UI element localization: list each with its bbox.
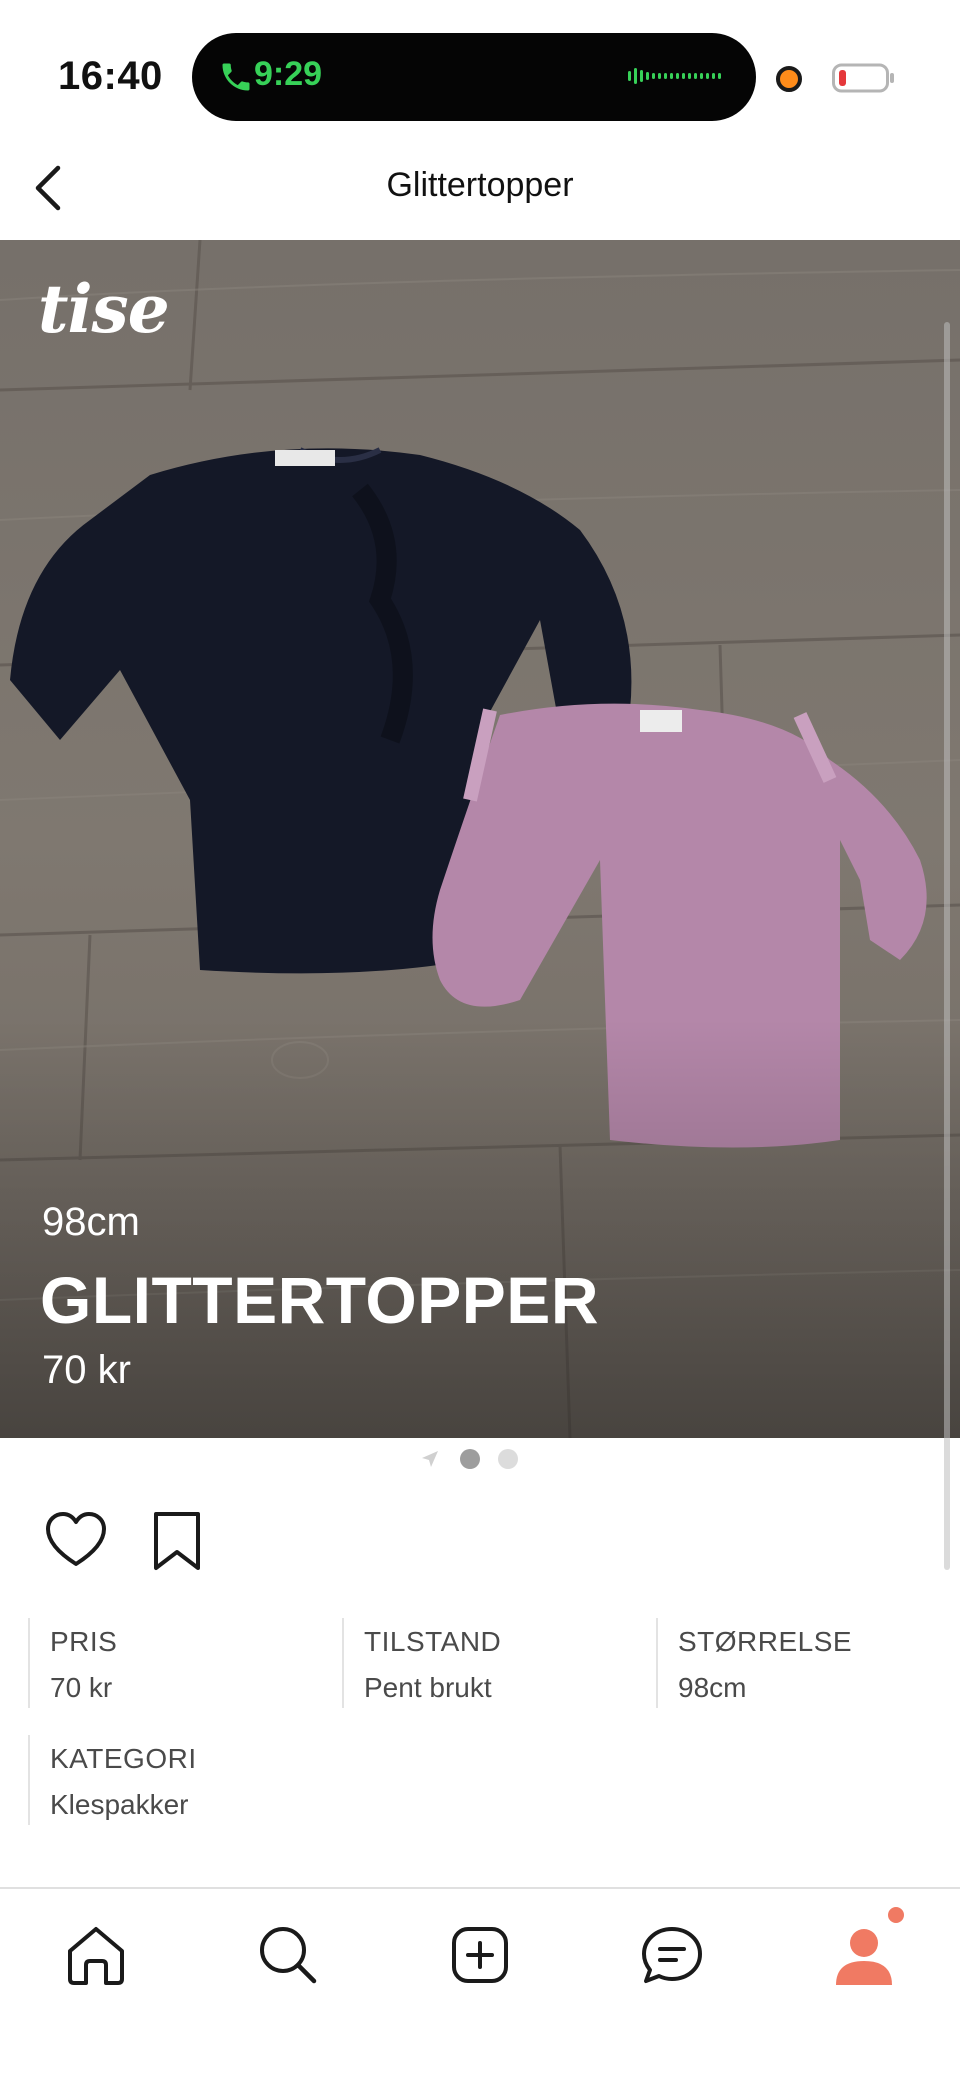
call-duration: 9:29 <box>254 55 323 93</box>
attribute-value: Klespakker <box>50 1789 189 1820</box>
overlay-title: GLITTERTOPPER <box>40 1263 599 1337</box>
recording-indicator-icon <box>776 66 802 92</box>
tab-home[interactable] <box>60 1919 132 1991</box>
bookmark-icon[interactable] <box>150 1510 204 1572</box>
carousel-pager <box>0 1447 960 1469</box>
product-page: 16:40 9:29 Glittertopper tise 98cm GLITT… <box>0 0 960 2087</box>
home-icon <box>68 1927 124 1985</box>
overlay-price: 70 kr <box>42 1348 131 1392</box>
attribute-label: TILSTAND <box>364 1626 502 1657</box>
attribute-condition: TILSTAND Pent brukt <box>342 1618 632 1708</box>
nav-header: Glittertopper <box>0 140 960 240</box>
tab-add-listing[interactable] <box>444 1919 516 1991</box>
attribute-value: Pent brukt <box>364 1672 492 1703</box>
active-call-pill[interactable]: 9:29 <box>192 33 756 121</box>
attribute-label: STØRRELSE <box>678 1626 853 1657</box>
carousel-dot-active[interactable] <box>460 1449 480 1469</box>
phone-icon <box>222 63 250 91</box>
attribute-size: STØRRELSE 98cm <box>656 1618 946 1708</box>
profile-icon <box>836 1929 892 1985</box>
battery-icon <box>832 63 894 93</box>
product-image-carousel[interactable]: tise 98cm GLITTERTOPPER 70 kr <box>0 240 960 1438</box>
scrollbar[interactable] <box>944 322 950 1570</box>
heart-icon[interactable] <box>44 1510 108 1570</box>
attribute-value: 70 kr <box>50 1672 113 1703</box>
carousel-dot[interactable] <box>498 1449 518 1469</box>
notification-badge-icon <box>888 1907 904 1923</box>
attribute-category: KATEGORI Klespakker <box>28 1735 318 1825</box>
attribute-value: 98cm <box>678 1672 747 1703</box>
tab-messages[interactable] <box>636 1919 708 1991</box>
messages-icon <box>642 1927 702 1983</box>
attribute-label: KATEGORI <box>50 1743 197 1774</box>
page-title: Glittertopper <box>386 166 574 204</box>
search-icon <box>260 1927 317 1984</box>
status-bar: 16:40 9:29 <box>0 0 960 140</box>
overlay-size: 98cm <box>42 1200 140 1244</box>
product-photo <box>0 240 960 1438</box>
tab-search[interactable] <box>252 1919 324 1991</box>
attribute-price: PRIS 70 kr <box>28 1618 318 1708</box>
tab-profile[interactable] <box>828 1919 900 1991</box>
brand-watermark: tise <box>38 270 170 348</box>
status-clock: 16:40 <box>58 54 163 98</box>
location-arrow-icon <box>422 1451 438 1467</box>
bottom-tab-bar <box>0 1887 960 2087</box>
attribute-label: PRIS <box>50 1626 118 1657</box>
audio-waveform-icon <box>628 68 721 84</box>
add-icon <box>452 1927 508 1983</box>
